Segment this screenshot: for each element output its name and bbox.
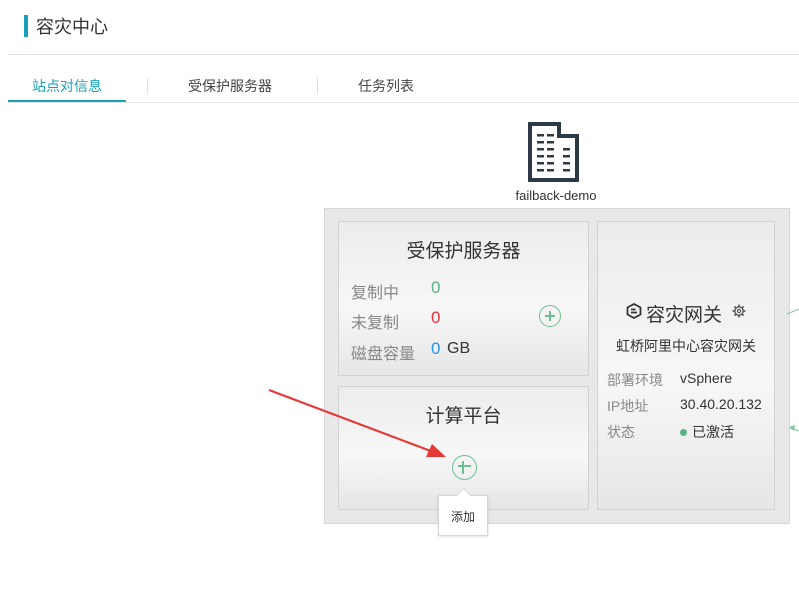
tab-site-pair-info[interactable]: 站点对信息 (8, 72, 126, 102)
dr-gateway-panel: 容灾网关 虹桥阿里中心容灾网关 部署环境 vSphere IP地址 30.40.… (597, 221, 775, 510)
add-tooltip: 添加 (438, 495, 488, 536)
ip-value: 30.40.20.132 (680, 396, 762, 412)
add-compute-platform-icon[interactable] (452, 455, 477, 480)
gateway-name: 虹桥阿里中心容灾网关 (616, 338, 756, 354)
tab-separator (317, 78, 318, 94)
not-replicated-count: 0 (431, 308, 441, 327)
replicating-label: 复制中 (351, 285, 400, 302)
status-dot-icon (680, 429, 687, 436)
tab-bar-baseline (8, 102, 799, 103)
page-header: 容灾中心 (24, 14, 108, 38)
ip-label: IP地址 (607, 398, 649, 414)
status-label: 状态 (607, 424, 635, 440)
connector-line-bottom (789, 425, 799, 432)
title-accent-bar (24, 15, 28, 37)
disk-capacity-label: 磁盘容量 (351, 346, 416, 363)
replicating-count: 0 (431, 278, 441, 297)
disk-capacity-unit: GB (447, 340, 471, 357)
add-protected-server-icon[interactable] (539, 305, 561, 327)
gateway-icon (626, 302, 642, 324)
status-value: 已激活 (692, 424, 734, 440)
tab-bar: 站点对信息 受保护服务器 任务列表 (8, 72, 799, 103)
protected-servers-panel: 受保护服务器 复制中 0 未复制 0 磁盘容量 0 GB (338, 221, 589, 376)
deploy-env-label: 部署环境 (607, 372, 663, 388)
protected-servers-title: 受保护服务器 (406, 241, 521, 262)
tab-separator (147, 78, 148, 94)
status-badge: 已激活 (680, 422, 734, 442)
compute-platform-title: 计算平台 (425, 406, 502, 427)
header-divider (8, 54, 799, 55)
deploy-env-value: vSphere (680, 370, 733, 386)
site-name: failback-demo (515, 188, 597, 203)
tab-task-list[interactable]: 任务列表 (338, 72, 434, 102)
page-title: 容灾中心 (36, 17, 108, 37)
gateway-header: 容灾网关 (598, 300, 774, 327)
disk-capacity-value: 0 (431, 339, 441, 358)
gear-icon[interactable] (732, 304, 746, 323)
tab-protected-servers[interactable]: 受保护服务器 (170, 72, 290, 102)
gateway-title: 容灾网关 (645, 305, 722, 326)
building-icon (527, 122, 585, 187)
not-replicated-label: 未复制 (351, 315, 400, 332)
